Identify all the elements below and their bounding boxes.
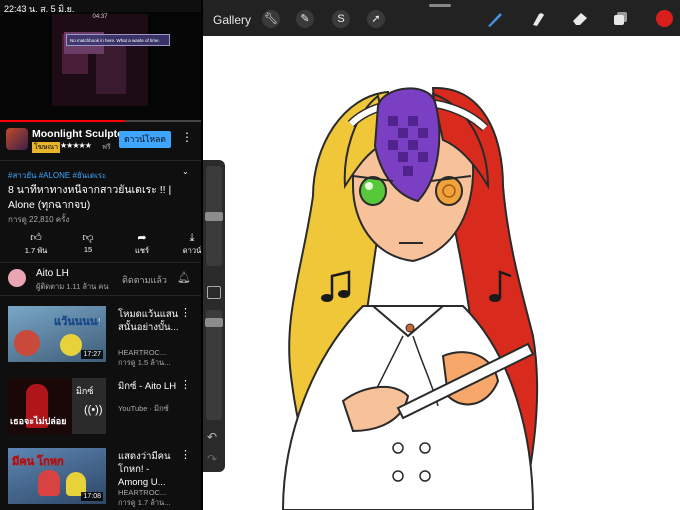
thumbnail-caption: เธอจะไม่ปล่อย — [10, 416, 67, 426]
video-title[interactable]: มิกซ์ - Aito LH — [118, 380, 180, 393]
toolbar: Gallery 🔧︎ ✎ S ➚ — [203, 0, 680, 36]
more-vert-icon[interactable]: ⋮ — [181, 130, 193, 144]
more-vert-icon[interactable]: ⋮ — [180, 306, 191, 319]
selection-icon[interactable]: S — [332, 10, 350, 28]
list-item[interactable]: เธอจะไม่ปล่อย มิกซ์ ((•)) มิกซ์ - Aito L… — [0, 376, 201, 440]
wrench-icon[interactable]: 🔧︎ — [262, 10, 280, 28]
wand-icon[interactable]: ✎ — [296, 10, 314, 28]
modify-button[interactable] — [207, 286, 221, 299]
like-count: 1.7 พัน — [24, 246, 48, 255]
view-count: การดู 22,810 ครั้ง — [8, 215, 70, 224]
hashtags[interactable]: #สาวยัน #ALONE #ยันเดเระ — [8, 169, 106, 182]
ad-title: Moonlight Sculptor — [32, 128, 128, 140]
thumbnail-caption: มีคน โกหก — [12, 456, 64, 469]
eye-orange — [435, 176, 463, 206]
progress-bar[interactable] — [0, 120, 201, 122]
canvas[interactable] — [203, 36, 680, 510]
multitask-grabber[interactable] — [429, 4, 451, 7]
color-swatch[interactable] — [656, 10, 673, 27]
ad-price: ฟรี — [102, 144, 111, 151]
list-item[interactable]: แว้นนนน! 17:27 โหมดแว้นแสนสนั้นอย่างบั้น… — [0, 304, 201, 368]
brush-sidebar: ↶ ↷ — [203, 160, 225, 472]
channel-row[interactable]: Aito LH ผู้ติดตาม 1.11 ล้าน คน ติดตามแล้… — [0, 262, 201, 296]
duration-badge: 17:08 — [81, 492, 103, 501]
video-title[interactable]: แสดงว่ามีคนโกหก! - Among U... — [118, 450, 180, 489]
eye-green — [359, 176, 387, 206]
action-bar: 👍︎ 1.7 พัน 👎︎ 15 ➦ แชร์ ⤓ ดาวน์ — [0, 231, 201, 261]
mix-panel: มิกซ์ ((•)) — [72, 378, 106, 434]
video-info: #สาวยัน #ALONE #ยันเดเระ ⌄ 8 นาทีหาทางหน… — [0, 160, 201, 261]
drawing-app: Gallery 🔧︎ ✎ S ➚ ↶ ↷ — [203, 0, 680, 510]
brush-size-slider[interactable] — [205, 166, 223, 266]
like-button[interactable]: 👍︎ 1.7 พัน — [16, 231, 56, 257]
game-dialog: No matchbook in here. What a waste of ti… — [66, 34, 170, 46]
transform-icon[interactable]: ➚ — [367, 10, 385, 28]
undo-icon[interactable]: ↶ — [207, 430, 217, 444]
video-player[interactable]: 04:37 No matchbook in here. What a waste… — [0, 12, 201, 122]
game-time: 04:37 — [92, 14, 108, 20]
brush-size-handle[interactable] — [205, 212, 223, 221]
list-item[interactable]: มีคน โกหก 17:08 แสดงว่ามีคนโกหก! - Among… — [0, 446, 201, 510]
progress-fill — [0, 120, 125, 122]
video-app: 22:43 น. ส. 5 มิ.ย. 04:37 No matchbook i… — [0, 0, 201, 510]
dislike-icon: 👎︎ — [82, 232, 94, 244]
subscriber-count: ผู้ติดตาม 1.11 ล้าน คน — [36, 282, 109, 291]
download-button[interactable]: ⤓ ดาวน์ — [172, 231, 201, 257]
thumbnail[interactable]: มีคน โกหก 17:08 — [8, 448, 106, 504]
opacity-handle[interactable] — [205, 318, 223, 327]
video-meta: HEARTROC... การดู 1.7 ล้าน... — [118, 488, 171, 507]
ad-app-icon — [6, 128, 28, 150]
avatar[interactable] — [8, 269, 26, 287]
download-label: ดาวน์ — [182, 246, 201, 255]
dislike-count: 15 — [83, 245, 93, 254]
brush-icon[interactable] — [486, 10, 504, 28]
download-icon: ⤓ — [189, 232, 195, 244]
mix-label: มิกซ์ — [76, 386, 94, 396]
thumbnail-caption: แว้นนนน! — [54, 316, 102, 329]
share-label: แชร์ — [135, 246, 149, 255]
ad-banner[interactable]: Moonlight Sculptor โฆษณา ★★★★★ ฟรี ดาวน์… — [0, 124, 201, 158]
channel-name[interactable]: Aito LH — [36, 268, 69, 279]
mix-icon: ((•)) — [84, 404, 103, 416]
smudge-icon[interactable] — [529, 10, 547, 28]
thumbnail[interactable]: เธอจะไม่ปล่อย — [8, 378, 72, 434]
gallery-button[interactable]: Gallery — [213, 13, 251, 27]
chevron-down-icon[interactable]: ⌄ — [182, 167, 189, 176]
duration-badge: 17:27 — [81, 350, 103, 359]
subscribed-button[interactable]: ติดตามแล้ว — [122, 273, 167, 287]
redo-icon[interactable]: ↷ — [207, 452, 217, 466]
opacity-slider[interactable] — [205, 310, 223, 420]
layers-icon[interactable] — [613, 11, 629, 27]
share-button[interactable]: ➦ แชร์ — [122, 231, 162, 257]
thumbnail[interactable]: แว้นนนน! 17:27 — [8, 306, 106, 362]
more-vert-icon[interactable]: ⋮ — [180, 378, 191, 391]
ad-badge: โฆษณา — [32, 142, 60, 153]
video-frame: 04:37 No matchbook in here. What a waste… — [52, 14, 170, 106]
ad-rating-stars: ★★★★★ — [60, 141, 92, 150]
video-meta: HEARTROC... การดู 1.5 ล้าน... — [118, 348, 171, 367]
video-title[interactable]: โหมดแว้นแสนสนั้นอย่างบั้น... — [118, 308, 180, 334]
like-icon: 👍︎ — [30, 232, 42, 244]
eraser-icon[interactable] — [571, 12, 589, 26]
bell-icon[interactable]: 🔔︎ — [177, 271, 191, 284]
video-title[interactable]: 8 นาทีหาทางหนีจากสาวยันเดเระ !! | Alone … — [8, 183, 188, 213]
more-vert-icon[interactable]: ⋮ — [180, 448, 191, 461]
share-icon: ➦ — [137, 232, 147, 244]
ad-download-button[interactable]: ดาวน์โหลด — [119, 131, 171, 148]
dislike-button[interactable]: 👎︎ 15 — [68, 231, 108, 254]
video-meta: YouTube · มิกซ์ — [118, 404, 169, 413]
